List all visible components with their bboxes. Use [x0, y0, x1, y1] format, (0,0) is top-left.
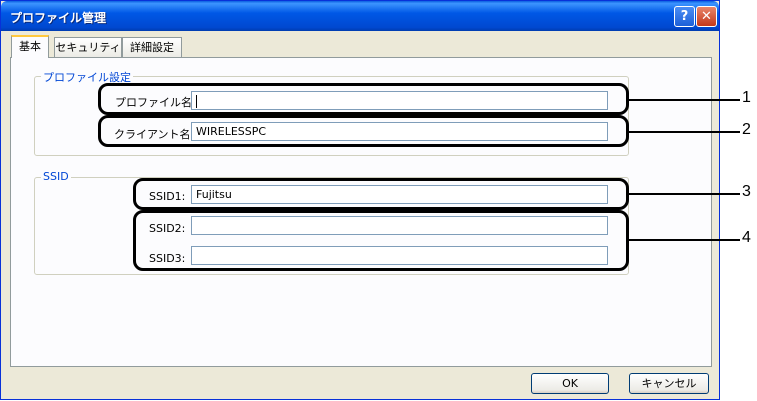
- cancel-button[interactable]: キャンセル: [629, 373, 709, 394]
- ok-button[interactable]: OK: [531, 373, 609, 394]
- title-bar[interactable]: プロファイル管理 ? ✕: [1, 1, 719, 31]
- callout-number-3: 3: [742, 183, 751, 200]
- help-icon: ?: [680, 9, 689, 24]
- callout-box-4: [133, 210, 629, 271]
- callout-leader-4: [629, 239, 740, 241]
- callout-number-1: 1: [742, 89, 751, 106]
- close-button[interactable]: ✕: [696, 6, 717, 27]
- tab-security[interactable]: セキュリティ: [54, 37, 122, 57]
- callout-box-1: [98, 83, 629, 115]
- help-button[interactable]: ?: [674, 6, 695, 27]
- callout-number-4: 4: [742, 229, 751, 246]
- tab-basic[interactable]: 基本: [11, 35, 49, 58]
- callout-number-2: 2: [742, 121, 751, 138]
- callout-leader-1: [629, 99, 740, 101]
- callout-leader-3: [629, 193, 740, 195]
- tab-advanced[interactable]: 詳細設定: [122, 37, 182, 57]
- ssid-legend: SSID: [41, 170, 71, 183]
- window-title: プロファイル管理: [10, 11, 107, 25]
- callout-leader-2: [629, 131, 740, 133]
- close-icon: ✕: [701, 9, 712, 24]
- callout-box-3: [133, 178, 629, 210]
- callout-box-2: [98, 115, 629, 147]
